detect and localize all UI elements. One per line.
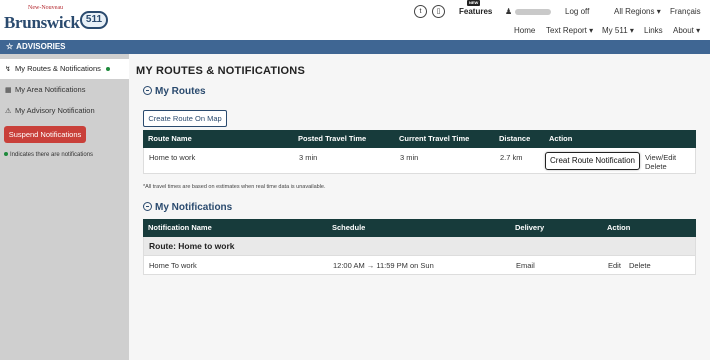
- col-distance: Distance: [499, 134, 531, 143]
- nav-my511[interactable]: My 511 ▾: [602, 26, 634, 35]
- col-action: Action: [549, 134, 573, 143]
- nav-home[interactable]: Home: [514, 26, 535, 35]
- my-routes-section-toggle[interactable]: My Routes: [143, 86, 206, 97]
- view-edit-link[interactable]: View/Edit: [645, 153, 676, 162]
- col-notification-name: Notification Name: [148, 223, 212, 232]
- advisories-label: ADVISORIES: [16, 42, 66, 51]
- sidebar-item-advisory-notification[interactable]: ⚠ My Advisory Notification: [0, 101, 129, 121]
- col-delivery: Delivery: [515, 223, 545, 232]
- notification-dot: [105, 67, 110, 72]
- new-badge: NEW: [467, 0, 481, 6]
- twitter-icon[interactable]: t: [414, 5, 427, 18]
- utility-bar: t ▯ NEW Features ♟ Log off All Regions ▾…: [0, 0, 710, 19]
- create-route-button[interactable]: Create Route On Map: [143, 110, 227, 127]
- notification-name-cell: Home To work: [149, 261, 197, 270]
- map-icon: ▦: [5, 87, 12, 94]
- sidebar-item-label: My Routes & Notifications: [15, 64, 101, 73]
- col-action: Action: [607, 223, 631, 232]
- route-group-row: Route: Home to work: [143, 237, 696, 256]
- star-icon: ☆: [6, 42, 14, 51]
- advisories-bar[interactable]: ☆ ADVISORIES: [0, 40, 710, 54]
- warning-icon: ⚠: [5, 108, 12, 115]
- route-icon: ↯: [5, 66, 11, 73]
- delete-route-link[interactable]: Delete: [645, 162, 667, 171]
- mobile-icon[interactable]: ▯: [432, 5, 445, 18]
- travel-time-footnote: *All travel times are based on estimates…: [143, 184, 326, 190]
- nav-links[interactable]: Links: [644, 26, 663, 35]
- notification-legend: Indicates there are notifications: [4, 152, 93, 158]
- nav-text-report[interactable]: Text Report ▾: [546, 26, 593, 35]
- sidebar: ↯ My Routes & Notifications ▦ My Area Noti…: [0, 54, 129, 360]
- language-link[interactable]: Français: [670, 7, 701, 16]
- create-route-notification-tooltip[interactable]: Creat Route Notification: [545, 152, 640, 170]
- main-nav: Home Text Report ▾ My 511 ▾ Links About …: [0, 26, 710, 38]
- schedule-cell: 12:00 AM → 11:59 PM on Sun: [333, 261, 434, 270]
- notifications-table: Notification Name Schedule Delivery Acti…: [143, 219, 696, 275]
- sidebar-item-label: My Area Notifications: [15, 85, 86, 94]
- collapse-icon: [143, 202, 152, 211]
- suspend-notifications-button[interactable]: Suspend Notifications: [4, 126, 86, 143]
- main-content: MY ROUTES & NOTIFICATIONS My Routes Crea…: [129, 54, 710, 360]
- legend-text: Indicates there are notifications: [10, 152, 94, 158]
- nav-about[interactable]: About ▾: [673, 26, 700, 35]
- section-title: My Notifications: [155, 202, 233, 213]
- sidebar-item-label: My Advisory Notification: [15, 106, 95, 115]
- edit-notification-link[interactable]: Edit: [608, 261, 621, 270]
- col-current-time: Current Travel Time: [399, 134, 470, 143]
- notification-dot: [4, 152, 8, 157]
- username-redacted: [515, 8, 552, 15]
- features-label: Features: [459, 7, 493, 16]
- top-header: New-Nouveau Brunswick 511 t ▯ NEW Featur…: [0, 0, 710, 40]
- distance-cell: 2.7 km: [500, 153, 523, 162]
- posted-time-cell: 3 min: [299, 153, 318, 162]
- delivery-cell: Email: [516, 261, 535, 270]
- routes-table: Route Name Posted Travel Time Current Tr…: [143, 130, 696, 174]
- col-route-name: Route Name: [148, 134, 192, 143]
- regions-dropdown[interactable]: All Regions ▾: [614, 7, 661, 16]
- section-title: My Routes: [155, 86, 206, 97]
- current-time-cell: 3 min: [400, 153, 419, 162]
- my-notifications-section-toggle[interactable]: My Notifications: [143, 202, 232, 213]
- notifications-table-header: Notification Name Schedule Delivery Acti…: [143, 219, 696, 237]
- user-menu[interactable]: ♟: [505, 7, 552, 16]
- routes-table-header: Route Name Posted Travel Time Current Tr…: [143, 130, 696, 148]
- route-name-cell: Home to work: [149, 153, 196, 162]
- user-icon: ♟: [505, 7, 513, 16]
- collapse-icon: [143, 86, 152, 95]
- page-title: MY ROUTES & NOTIFICATIONS: [136, 65, 305, 77]
- table-row: Home To work 12:00 AM → 11:59 PM on Sun …: [143, 256, 696, 275]
- col-posted-time: Posted Travel Time: [298, 134, 367, 143]
- sidebar-item-my-routes[interactable]: ↯ My Routes & Notifications: [0, 59, 129, 79]
- sidebar-item-area-notifications[interactable]: ▦ My Area Notifications: [0, 80, 129, 100]
- col-schedule: Schedule: [332, 223, 366, 232]
- logoff-link[interactable]: Log off: [565, 7, 589, 16]
- table-row: Home to work 3 min 3 min 2.7 km View/Edi…: [143, 148, 696, 174]
- delete-notification-link[interactable]: Delete: [629, 261, 651, 270]
